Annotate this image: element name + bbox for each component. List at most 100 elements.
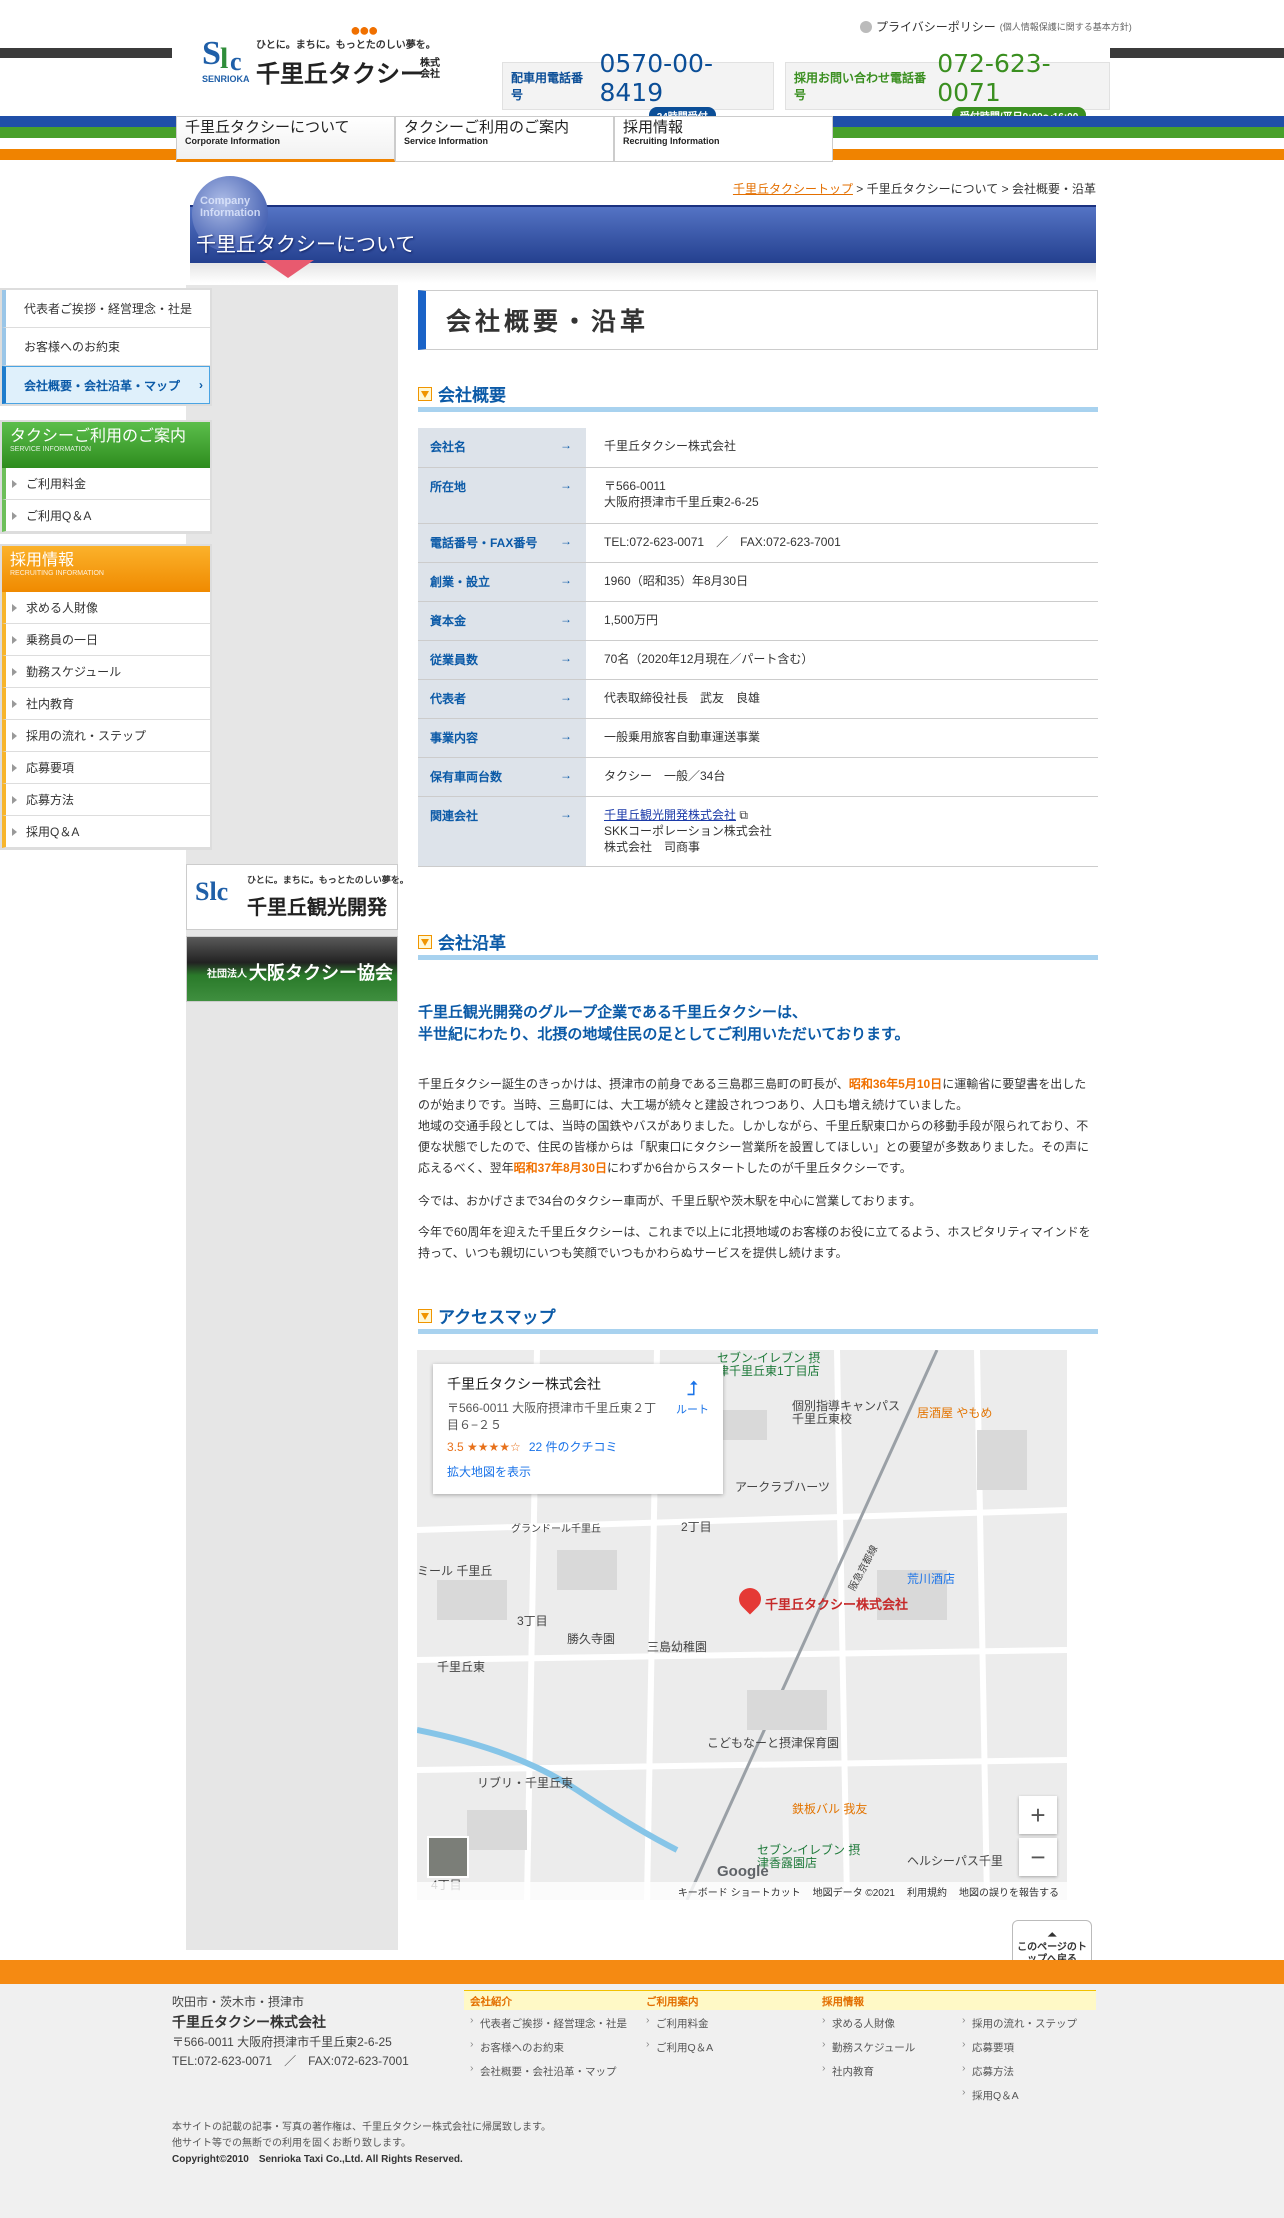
triangle-icon [418,934,432,949]
sidebar-item-greeting[interactable]: 代表者ご挨拶・経営理念・社是 [2,290,210,328]
sidebar-item-training[interactable]: 社内教育 [2,688,210,720]
nav-sub: Service Information [404,135,489,146]
report-error-link[interactable]: 地図の誤りを報告する [959,1884,1059,1899]
nav-service[interactable]: タクシーご利用のご案内 Service Information [395,116,614,162]
map-label[interactable]: 居酒屋 やもめ [917,1404,992,1421]
row-key: 会社名 [418,428,586,468]
nav-label: 採用情報 [623,119,684,136]
directions-icon: ⮥ [686,1378,699,1400]
up-arrow-icon: ⏶ [1047,1929,1057,1941]
footer-col-service: ご利用案内 ご利用料金 ご利用Q＆A [640,1990,816,2058]
map-label[interactable]: アークラブハーツ [735,1478,830,1495]
dispatch-phone[interactable]: 配車用電話番号 0570-00-8419 24時間受付 [502,49,774,124]
map-label[interactable]: 勝久寺園 [567,1630,615,1647]
nav-label: タクシーご利用のご案内 [404,119,570,136]
sidebar-recruit: 採用情報 RECRUITING INFORMATION 求める人財像 乗務員の一日… [0,544,212,850]
map-label[interactable]: 個別指導キャンパス 千里丘東校 [792,1399,902,1426]
reviews-link[interactable]: 22 件のクチコミ [529,1440,618,1454]
terms-link[interactable]: 利用規約 [907,1884,947,1899]
sidebar-item-fare[interactable]: ご利用料金 [2,468,210,500]
footer-link[interactable]: 会社概要・会社沿革・マップ [464,2058,640,2082]
row-key: 代表者 [418,679,586,719]
map-label[interactable]: こどもなーと摂津保育園 [707,1734,839,1751]
sidebar-item-overview[interactable]: 会社概要・会社沿革・マップ › [2,366,210,404]
dispatch-phone-label: 配車用電話番号 [511,71,584,102]
footer-link[interactable]: 採用の流れ・ステップ [956,2010,1096,2034]
route-button[interactable]: ⮥ ルート [676,1378,709,1417]
sidebar-item-recruit-qa[interactable]: 採用Q＆A [2,816,210,848]
sidebar-about: 代表者ご挨拶・経営理念・社是 お客様へのお約束 会社概要・会社沿革・マップ › [0,288,212,406]
nav-sub: Recruiting Information [623,135,720,146]
footer-link[interactable]: ご利用Q＆A [640,2034,816,2058]
zoom-in-button[interactable]: + [1019,1796,1057,1834]
footer-link[interactable]: 勤務スケジュール [816,2034,956,2058]
address: 大阪府摂津市千里丘東2-6-25 [604,494,759,509]
heading-label: アクセスマップ [438,1308,556,1327]
footer-link[interactable]: お客様へのお約束 [464,2034,640,2058]
enlarge-map-link[interactable]: 拡大地図を表示 [447,1463,709,1480]
map-label[interactable]: グランドール千里丘 [511,1520,601,1535]
table-row: 関連会社千里丘観光開発株式会社 ⧉SKKコーポレーション株式会社株式会社 司商事 [418,796,1098,867]
history-lead: 千里丘観光開発のグループ企業である千里丘タクシーは、 半世紀にわたり、北摂の地域… [418,1002,1098,1046]
nav-recruiting[interactable]: 採用情報 Recruiting Information [614,116,833,162]
sidebar-item-service-qa[interactable]: ご利用Q＆A [2,500,210,532]
footer-link[interactable]: 採用Q＆A [956,2082,1096,2106]
map-label[interactable]: 鉄板バル 我友 [792,1800,867,1817]
dispatch-phone-number: 0570-00-8419 [599,48,713,107]
map-label[interactable]: セブン-イレブン 摂津香露園店 [757,1843,867,1870]
zoom-out-button[interactable]: − [1019,1838,1057,1876]
sidebar-item-promise[interactable]: お客様へのお約束 [2,328,210,366]
related-company-link[interactable]: 千里丘観光開発株式会社 [604,808,736,822]
footer-link[interactable]: 代表者ご挨拶・経営理念・社是 [464,2010,640,2034]
footer-link[interactable]: 応募方法 [956,2058,1096,2082]
nav-corporate[interactable]: 千里丘タクシーについて Corporate Information [176,116,395,162]
map-label[interactable]: リブリ・千里丘東 [477,1774,573,1791]
external-link-icon: ⧉ [736,807,748,822]
footer-address: 〒566-0011 大阪府摂津市千里丘東2-6-25 [172,2035,392,2050]
privacy-sub: (個人情報保護に関する基本方針) [999,22,1132,32]
map-label[interactable]: ヘルシーパス千里 [907,1852,1003,1869]
lead-line: 半世紀にわたり、北摂の地域住民の足としてご利用いただいております。 [418,1025,910,1043]
map-label[interactable]: 荒川酒店 [907,1570,955,1587]
footer-link[interactable]: 求める人財像 [816,2010,956,2034]
sidebar-item-requirements[interactable]: 応募要項 [2,752,210,784]
breadcrumb-home[interactable]: 千里丘タクシートップ [733,182,853,196]
sidebar-item-how-to-apply[interactable]: 応募方法 [2,784,210,816]
sidebar-service-head: タクシーご利用のご案内 SERVICE INFORMATION [2,422,210,468]
privacy-policy-link[interactable]: プライバシーポリシー (個人情報保護に関する基本方針) [860,18,1132,35]
banner-osaka-taxi-assoc[interactable]: 社団法人 大阪タクシー協会 [186,936,398,1002]
footer-link[interactable]: 社内教育 [816,2058,956,2082]
recruit-phone-number: 072-623-0071 [937,48,1051,107]
row-value: 一般乗用旅客自動車運送事業 [592,718,1098,758]
google-logo: Google [717,1863,769,1880]
postal-code: 〒566-0011 [604,478,666,493]
footer-link[interactable]: 応募要項 [956,2034,1096,2058]
footer-name: 千里丘タクシー株式会社 [172,2013,326,2030]
sidebar-item-ideal-person[interactable]: 求める人財像 [2,592,210,624]
lead-line: 千里丘観光開発のグループ企業である千里丘タクシーは、 [418,1004,807,1021]
site-logo[interactable]: S l c SENRIOKA ひとに。まちに。もっとたのしい夢を。 ●●● 千里… [200,20,450,88]
logo-tagline: ひとに。まちに。もっとたのしい夢を。 [256,40,436,51]
recruit-phone[interactable]: 採用お問い合わせ電話番号 072-623-0071 受付時間/平日9:00～16… [785,49,1110,124]
pin-label[interactable]: 千里丘タクシー株式会社 [765,1594,908,1613]
heading-label: 会社沿革 [438,934,506,953]
satellite-toggle[interactable] [427,1836,469,1878]
sidebar-item-label: 会社概要・会社沿革・マップ [24,378,181,393]
sidebar-head-en: SERVICE INFORMATION [10,445,92,453]
sidebar-item-flow[interactable]: 採用の流れ・ステップ [2,720,210,752]
row-value: 〒566-0011 大阪府摂津市千里丘東2-6-25 [592,467,1098,524]
banner-logo-icon: Slc [195,877,229,906]
triangle-icon [418,1308,432,1323]
sidebar-item-schedule[interactable]: 勤務スケジュール [2,656,210,688]
keyboard-shortcuts-link[interactable]: キーボード ショートカット [678,1884,801,1899]
banner-senrioka-kanko[interactable]: Slc ひとに。まちに。もっとたのしい夢を。 千里丘観光開発 [186,864,409,930]
map-label[interactable]: セブン-イレブン 摂津千里丘東1丁目店 [717,1351,827,1378]
footer-link[interactable]: ご利用料金 [640,2010,816,2034]
access-map[interactable]: セブン-イレブン 摂津千里丘東1丁目店 個別指導キャンパス 千里丘東校 居酒屋 … [417,1350,1067,1900]
table-row: 会社名千里丘タクシー株式会社 [418,428,1098,468]
banner-en: Company Information [200,195,261,220]
map-label[interactable]: 三島幼稚園 [647,1638,707,1655]
row-key: 創業・設立 [418,562,586,602]
sidebar-item-driver-day[interactable]: 乗務員の一日 [2,624,210,656]
triangle-icon [418,386,432,401]
